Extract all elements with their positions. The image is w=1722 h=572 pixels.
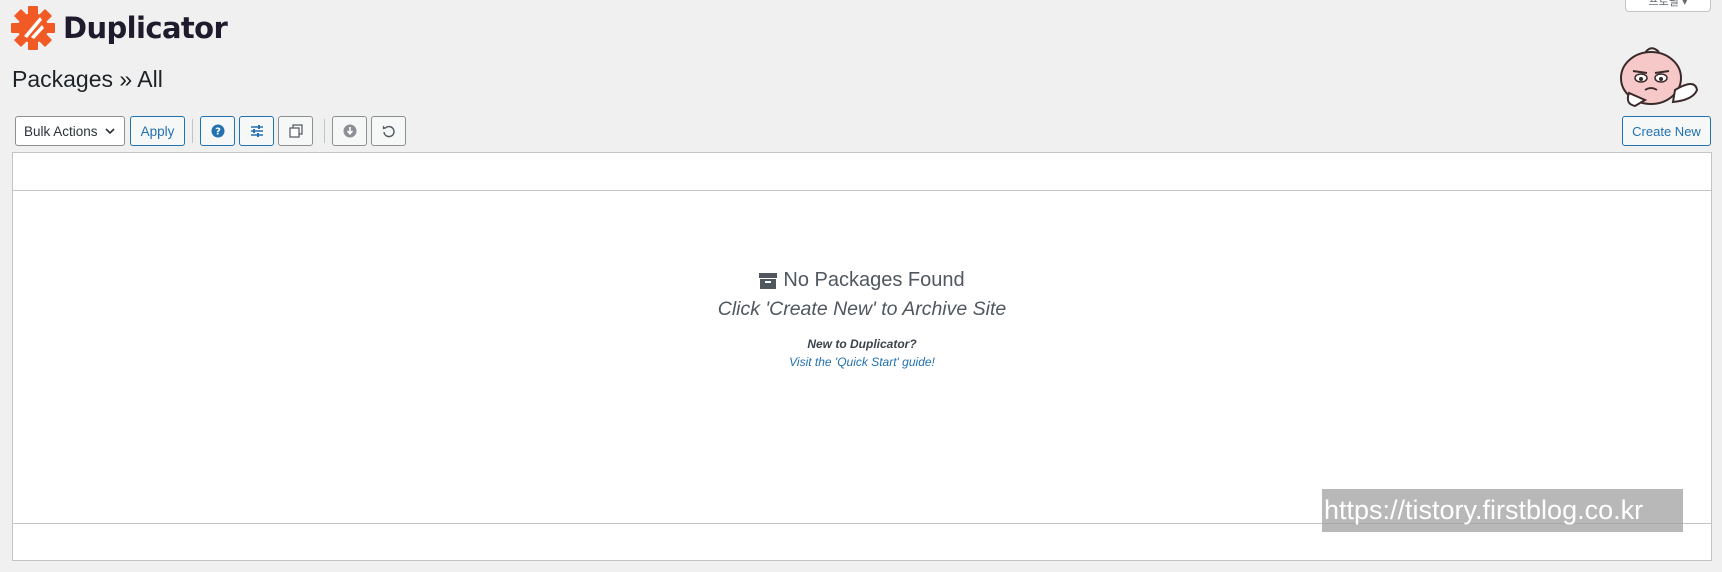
settings-button[interactable]	[239, 116, 274, 146]
empty-state-heading: No Packages Found	[759, 269, 965, 292]
help-icon: ?	[211, 124, 224, 138]
duplicator-logo-icon	[11, 6, 55, 50]
settings-sliders-icon	[250, 125, 263, 137]
recovery-button[interactable]	[371, 116, 406, 146]
peach-mascot-sticker	[1620, 47, 1699, 108]
empty-state: No Packages Found Click 'Create New' to …	[13, 269, 1711, 369]
bulk-actions-select[interactable]: Bulk Actions	[15, 116, 125, 146]
page-title: Packages » All	[12, 66, 163, 92]
duplicator-logo[interactable]: Duplicator	[9, 4, 228, 52]
help-button[interactable]: ?	[200, 116, 235, 146]
bulk-actions-label: Bulk Actions	[24, 123, 98, 139]
new-to-duplicator-text: New to Duplicator?	[807, 336, 917, 351]
chevron-down-icon	[104, 128, 115, 135]
import-button[interactable]	[332, 116, 367, 146]
toolbar: Bulk Actions Apply ?	[15, 116, 410, 146]
table-header	[13, 153, 1711, 191]
create-new-button[interactable]: Create New	[1622, 116, 1711, 146]
templates-button[interactable]	[278, 116, 313, 146]
empty-state-title: No Packages Found	[783, 269, 965, 291]
user-menu-tab[interactable]: 프로필 ▾	[1625, 0, 1711, 12]
copy-icon	[288, 124, 303, 138]
download-icon	[343, 124, 356, 138]
toolbar-divider	[192, 119, 193, 143]
archive-icon	[759, 272, 778, 289]
quick-start-link[interactable]: Visit the 'Quick Start' guide!	[13, 355, 1711, 369]
toolbar-divider	[324, 119, 325, 143]
svg-text:?: ?	[215, 127, 221, 138]
undo-icon	[382, 125, 395, 138]
brand-name: Duplicator	[63, 11, 228, 45]
watermark-text: https://tistory.firstblog.co.kr	[1322, 489, 1683, 532]
empty-state-subtitle: Click 'Create New' to Archive Site	[717, 297, 1007, 320]
apply-button[interactable]: Apply	[130, 116, 185, 146]
